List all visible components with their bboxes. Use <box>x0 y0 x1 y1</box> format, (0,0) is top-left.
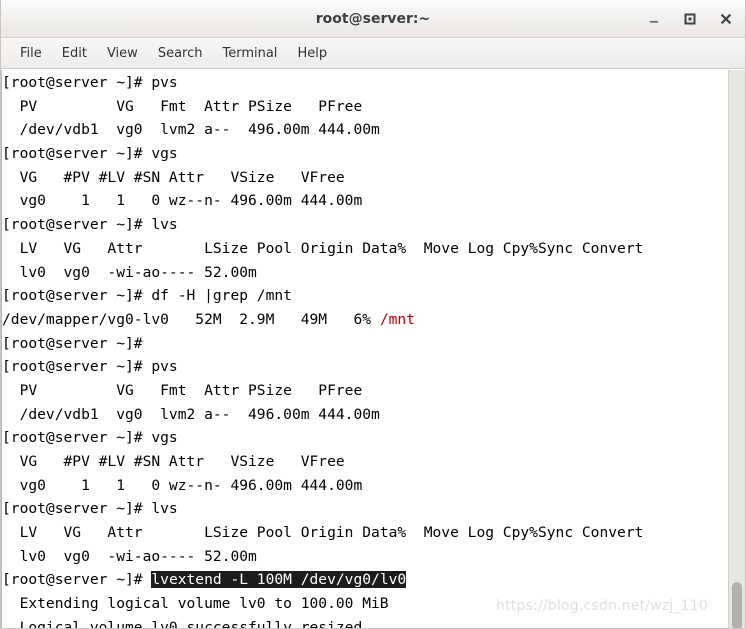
terminal-line: [root@server ~]# vgs <box>2 426 643 450</box>
menu-item-help[interactable]: Help <box>287 43 337 64</box>
terminal-line: LV VG Attr LSize Pool Origin Data% Move … <box>2 237 644 261</box>
terminal-text: /dev/mapper/vg0-lv0 52M 2.9M 49M 6% <box>2 310 380 328</box>
terminal-window: root@server:~ File Edit View Search Term… <box>0 0 746 629</box>
terminal-line: [root@server ~]# df -H |grep /mnt <box>2 284 643 308</box>
terminal-text: [root@server ~]# vgs <box>2 145 178 163</box>
menu-item-view[interactable]: View <box>97 43 148 64</box>
terminal-text: lv0 vg0 -wi-ao---- 52.00m <box>2 263 257 281</box>
terminal-text: /dev/vdb1 vg0 lvm2 a-- 496.00m 444.00m <box>2 405 380 423</box>
terminal-line: Logical volume lv0 successfully resized <box>2 616 643 628</box>
close-icon <box>719 12 733 26</box>
terminal-scrollbar[interactable] <box>728 70 745 628</box>
terminal-line: VG #PV #LV #SN Attr VSize VFree <box>2 166 643 190</box>
close-button[interactable] <box>715 8 737 30</box>
terminal-line: vg0 1 1 0 wz--n- 496.00m 444.00m <box>2 474 643 498</box>
terminal-text: [root@server ~]# <box>2 334 152 352</box>
terminal-text: /dev/vdb1 vg0 lvm2 a-- 496.00m 444.00m <box>2 121 380 139</box>
menu-item-search[interactable]: Search <box>148 43 213 64</box>
terminal-line: [root@server ~]# pvs <box>2 355 643 379</box>
terminal-area: [root@server ~]# pvs PV VG Fmt Attr PSiz… <box>1 69 745 628</box>
terminal-text: VG #PV #LV #SN Attr VSize VFree <box>2 168 345 186</box>
minimize-button[interactable] <box>643 8 665 30</box>
terminal-line: Extending logical volume lv0 to 100.00 M… <box>2 592 643 616</box>
terminal-line: lv0 vg0 -wi-ao---- 52.00m <box>2 261 643 285</box>
terminal-line: /dev/mapper/vg0-lv0 52M 2.9M 49M 6% /mnt <box>2 308 643 332</box>
terminal-text: [root@server ~]# lvs <box>2 500 178 518</box>
window-title: root@server:~ <box>315 10 431 27</box>
maximize-icon <box>683 12 697 26</box>
terminal-line: [root@server ~]# pvs <box>2 71 643 95</box>
terminal-text: [root@server ~]# pvs <box>2 74 178 91</box>
terminal-screen[interactable]: [root@server ~]# pvs PV VG Fmt Attr PSiz… <box>1 70 728 628</box>
terminal-line: [root@server ~]# lvextend -L 100M /dev/v… <box>2 568 643 592</box>
terminal-text: PV VG Fmt Attr PSize PFree <box>2 381 363 399</box>
terminal-text: [root@server ~]# vgs <box>2 429 178 447</box>
window-controls <box>643 0 737 37</box>
terminal-text: LV VG Attr LSize Pool Origin Data% Move … <box>2 239 644 257</box>
terminal-line: VG #PV #LV #SN Attr VSize VFree <box>2 450 643 474</box>
menu-item-file[interactable]: File <box>10 43 52 64</box>
terminal-text: vg0 1 1 0 wz--n- 496.00m 444.00m <box>2 192 363 210</box>
terminal-text: [root@server ~]# <box>2 571 152 589</box>
terminal-text: Logical volume lv0 successfully resized <box>2 618 363 628</box>
terminal-output: [root@server ~]# pvs PV VG Fmt Attr PSiz… <box>2 71 643 628</box>
terminal-line: vg0 1 1 0 wz--n- 496.00m 444.00m <box>2 189 643 213</box>
window-titlebar[interactable]: root@server:~ <box>1 0 745 38</box>
minimize-icon <box>647 12 661 26</box>
terminal-line: PV VG Fmt Attr PSize PFree <box>2 95 643 119</box>
terminal-text: [root@server ~]# lvs <box>2 216 178 234</box>
terminal-text: LV VG Attr LSize Pool Origin Data% Move … <box>2 524 644 542</box>
maximize-button[interactable] <box>679 8 701 30</box>
terminal-text: lv0 vg0 -wi-ao---- 52.00m <box>2 547 257 565</box>
terminal-line: [root@server ~]# vgs <box>2 142 643 166</box>
menu-item-edit[interactable]: Edit <box>52 43 97 64</box>
menu-bar: File Edit View Search Terminal Help <box>1 38 745 69</box>
menu-item-terminal[interactable]: Terminal <box>212 43 287 64</box>
terminal-line: [root@server ~]# lvs <box>2 497 643 521</box>
terminal-line: PV VG Fmt Attr PSize PFree <box>2 379 643 403</box>
terminal-line: [root@server ~]# lvs <box>2 213 643 237</box>
terminal-line: /dev/vdb1 vg0 lvm2 a-- 496.00m 444.00m <box>2 118 643 142</box>
mount-path-highlight: /mnt <box>379 310 415 328</box>
terminal-line: /dev/vdb1 vg0 lvm2 a-- 496.00m 444.00m <box>2 403 643 427</box>
terminal-text: VG #PV #LV #SN Attr VSize VFree <box>2 453 345 470</box>
terminal-text: [root@server ~]# pvs <box>2 358 178 376</box>
terminal-line: LV VG Attr LSize Pool Origin Data% Move … <box>2 521 644 545</box>
scrollbar-thumb[interactable] <box>732 582 742 628</box>
terminal-text: Extending logical volume lv0 to 100.00 M… <box>2 595 389 613</box>
selected-command: lvextend -L 100M /dev/vg0/lv0 <box>151 571 407 589</box>
terminal-text: PV VG Fmt Attr PSize PFree <box>2 97 363 115</box>
terminal-line: lv0 vg0 -wi-ao---- 52.00m <box>2 545 643 569</box>
terminal-text: vg0 1 1 0 wz--n- 496.00m 444.00m <box>2 476 363 494</box>
terminal-line: [root@server ~]# <box>2 332 643 356</box>
terminal-text: [root@server ~]# df -H |grep /mnt <box>2 287 292 305</box>
